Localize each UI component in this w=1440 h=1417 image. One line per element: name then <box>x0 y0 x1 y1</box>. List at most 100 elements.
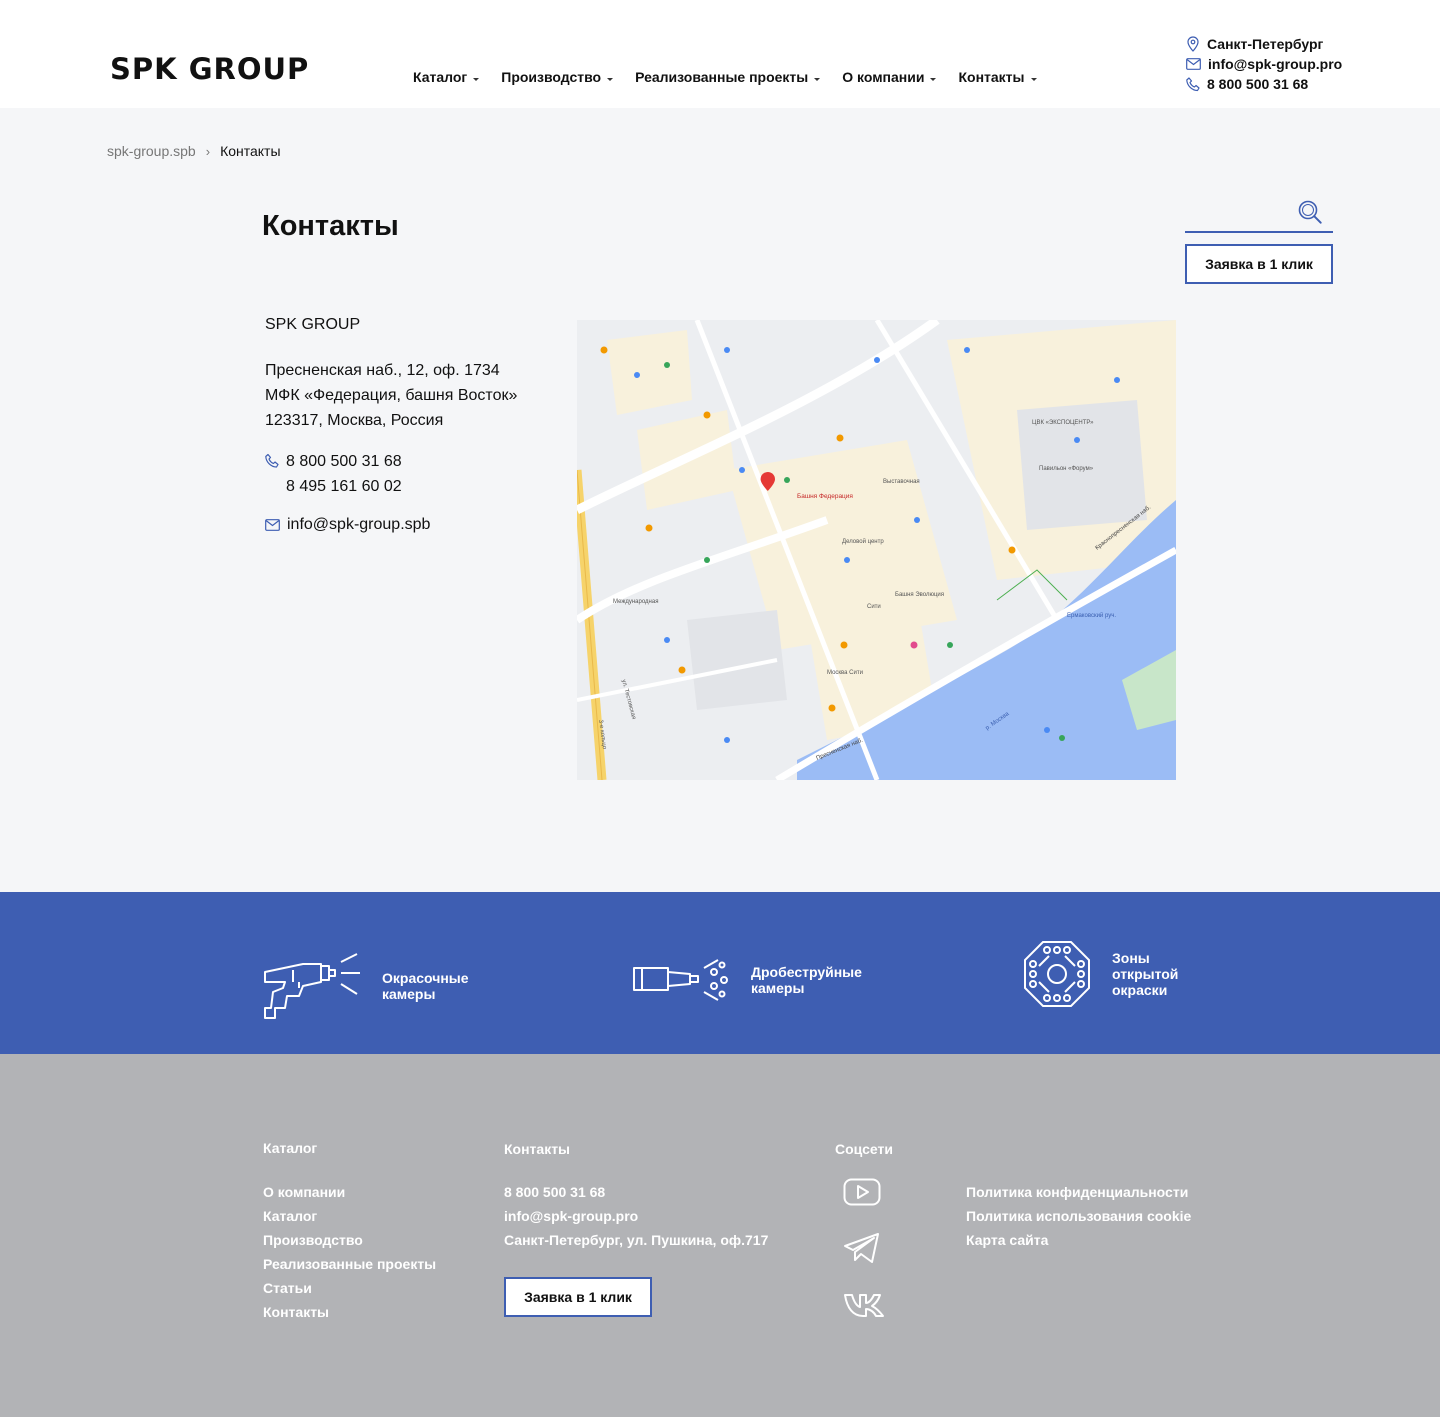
band-label-line: Зоны <box>1112 950 1150 966</box>
map[interactable]: Башня Федерация Москва Сити Деловой цент… <box>577 320 1176 780</box>
footer-catalog-links: О компании Каталог Производство Реализов… <box>263 1180 436 1324</box>
nav-catalog[interactable]: Каталог <box>413 69 480 85</box>
mail-icon <box>1186 58 1201 70</box>
chevron-down-icon <box>473 78 480 81</box>
band-label-line: окраски <box>1112 982 1168 998</box>
main-nav: Каталог Производство Реализованные проек… <box>413 69 1059 85</box>
map-label: Выставочная <box>883 479 920 485</box>
band-label-line: открытой <box>1112 966 1179 982</box>
email-link[interactable]: info@spk-group.spb <box>287 516 430 534</box>
spray-gun-icon <box>264 953 360 1019</box>
header-contacts: Санкт-Петербург info@spk-group.pro 8 800… <box>1186 34 1342 94</box>
header-email[interactable]: info@spk-group.pro <box>1186 54 1342 74</box>
footer-email[interactable]: info@spk-group.pro <box>504 1204 768 1228</box>
footer-legal-links: Политика конфиденциальности Политика исп… <box>966 1180 1191 1252</box>
chevron-down-icon <box>814 78 821 81</box>
map-label: Международная <box>613 599 658 605</box>
map-label: ЦВК «ЭКСПОЦЕНТР» <box>1032 420 1094 426</box>
map-label: Башня Федерация <box>797 493 853 500</box>
band-item-blast-booths[interactable]: Дробеструйные камеры <box>632 956 862 1004</box>
band-item-open-paint-zones[interactable]: Зоны открытой окраски <box>1023 940 1178 1008</box>
nav-label: Реализованные проекты <box>635 69 809 85</box>
band-item-paint-booths[interactable]: Окрасочные камеры <box>263 952 469 1020</box>
nav-contacts[interactable]: Контакты <box>958 69 1037 85</box>
location-pin-icon <box>1187 36 1199 52</box>
blast-nozzle-icon <box>633 959 728 1001</box>
phone-link[interactable]: 8 495 161 60 02 <box>286 474 402 499</box>
telegram-icon[interactable] <box>843 1232 881 1264</box>
map-canvas[interactable]: Башня Федерация Москва Сити Деловой цент… <box>577 320 1176 780</box>
phone-link[interactable]: 8 800 500 31 68 <box>286 449 402 474</box>
footer-link-projects[interactable]: Реализованные проекты <box>263 1252 436 1276</box>
band-label-line: камеры <box>382 986 436 1002</box>
band-label-line: Окрасочные <box>382 970 469 986</box>
band-label: Дробеструйные камеры <box>751 964 862 996</box>
youtube-icon[interactable] <box>843 1178 881 1206</box>
footer-link-catalog[interactable]: Каталог <box>263 1204 436 1228</box>
chevron-down-icon <box>930 78 937 81</box>
breadcrumb-current: Контакты <box>220 143 281 159</box>
footer-link-production[interactable]: Производство <box>263 1228 436 1252</box>
nav-projects[interactable]: Реализованные проекты <box>635 69 821 85</box>
nav-about[interactable]: О компании <box>842 69 937 85</box>
footer-contacts-list: 8 800 500 31 68 info@spk-group.pro Санкт… <box>504 1180 768 1252</box>
footer-contacts-heading: Контакты <box>504 1141 571 1157</box>
nav-label: Каталог <box>413 69 468 85</box>
categories-band: Окрасочные камеры Дробеструйные камеры З… <box>0 892 1440 1054</box>
map-label: Деловой центр <box>842 538 884 545</box>
site-footer: Каталог О компании Каталог Производство … <box>0 1054 1440 1417</box>
band-label: Зоны открытой окраски <box>1112 950 1178 998</box>
open-zone-icon <box>1024 941 1090 1007</box>
footer-cookie-link[interactable]: Политика использования cookie <box>966 1204 1191 1228</box>
map-label: Ермаковский руч. <box>1067 612 1116 619</box>
search-input[interactable] <box>1185 196 1333 233</box>
chevron-down-icon <box>607 78 614 81</box>
footer-link-articles[interactable]: Статьи <box>263 1276 436 1300</box>
nav-production[interactable]: Производство <box>501 69 614 85</box>
footer-link-about[interactable]: О компании <box>263 1180 436 1204</box>
email-text: info@spk-group.pro <box>1208 56 1343 72</box>
band-label: Окрасочные камеры <box>382 970 469 1002</box>
phone-icon <box>1186 76 1200 91</box>
breadcrumb-home[interactable]: spk-group.spb <box>107 143 196 159</box>
map-label: Сити <box>867 604 881 610</box>
footer-social-heading: Соцсети <box>835 1141 893 1157</box>
site-header: SPK GROUP Каталог Производство Реализова… <box>0 0 1440 108</box>
vk-icon[interactable] <box>843 1292 885 1318</box>
nav-label: Контакты <box>958 69 1025 85</box>
address: Пресненская наб., 12, оф. 1734 МФК «Феде… <box>265 358 517 433</box>
email: info@spk-group.spb <box>265 516 517 534</box>
page-title: Контакты <box>262 210 399 242</box>
nav-label: О компании <box>842 69 925 85</box>
search-icon[interactable] <box>1297 199 1323 225</box>
company-name: SPK GROUP <box>265 316 361 333</box>
chevron-down-icon <box>1030 78 1037 81</box>
nav-label: Производство <box>501 69 602 85</box>
map-label: Павильон «Форум» <box>1039 466 1094 472</box>
map-label: Москва Сити <box>827 670 863 676</box>
map-label: Башня Эволюция <box>895 592 944 598</box>
footer-privacy-link[interactable]: Политика конфиденциальности <box>966 1180 1191 1204</box>
header-city[interactable]: Санкт-Петербург <box>1186 34 1342 54</box>
footer-request-button[interactable]: Заявка в 1 клик <box>504 1277 652 1317</box>
phones: 8 800 500 31 68 8 495 161 60 02 <box>265 449 517 499</box>
logo[interactable]: SPK GROUP <box>110 52 309 86</box>
mail-icon <box>265 519 280 531</box>
band-label-line: камеры <box>751 980 805 996</box>
address-line: Пресненская наб., 12, оф. 1734 <box>265 362 500 379</box>
contact-info: SPK GROUP Пресненская наб., 12, оф. 1734… <box>265 316 517 534</box>
chevron-right-icon: › <box>205 143 211 159</box>
phone-icon <box>265 453 279 468</box>
address-line: 123317, Москва, Россия <box>265 412 444 429</box>
footer-catalog-heading[interactable]: Каталог <box>263 1140 317 1156</box>
request-button[interactable]: Заявка в 1 клик <box>1185 244 1333 284</box>
phone-text: 8 800 500 31 68 <box>1207 76 1309 92</box>
footer-link-contacts[interactable]: Контакты <box>263 1300 436 1324</box>
header-phone[interactable]: 8 800 500 31 68 <box>1186 74 1342 94</box>
city-text: Санкт-Петербург <box>1207 36 1324 52</box>
footer-sitemap-link[interactable]: Карта сайта <box>966 1228 1191 1252</box>
footer-phone[interactable]: 8 800 500 31 68 <box>504 1180 768 1204</box>
footer-address: Санкт-Петербург, ул. Пушкина, оф.717 <box>504 1232 769 1248</box>
address-line: МФК «Федерация, башня Восток» <box>265 387 518 404</box>
band-label-line: Дробеструйные <box>751 964 862 980</box>
